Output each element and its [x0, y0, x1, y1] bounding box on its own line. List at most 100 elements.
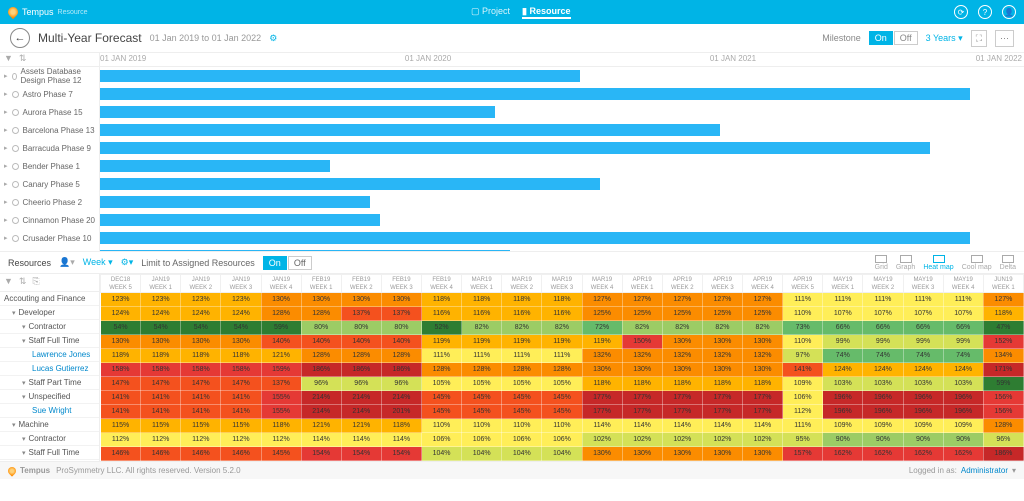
nav-resource[interactable]: ▮ Resource [522, 6, 570, 19]
heat-cell[interactable]: 127% [662, 293, 702, 307]
heat-cell[interactable]: 214% [341, 391, 381, 405]
heat-cell[interactable]: 116% [502, 307, 542, 321]
heat-cell[interactable]: 112% [101, 433, 141, 447]
heat-cell[interactable]: 119% [582, 335, 622, 349]
heat-cell[interactable]: 111% [422, 349, 462, 363]
heat-cell[interactable]: 155% [261, 405, 301, 419]
heat-cell[interactable]: 124% [823, 363, 863, 377]
gantt-row[interactable]: ▸Cheerio Phase 2 [0, 193, 99, 211]
heat-cell[interactable]: 119% [502, 335, 542, 349]
chevron-down-icon[interactable]: ▾ [22, 435, 26, 443]
heat-cell[interactable]: 196% [943, 405, 983, 419]
heat-cell[interactable]: 145% [542, 391, 582, 405]
heat-cell[interactable]: 145% [422, 391, 462, 405]
group-settings-icon[interactable]: ⚙▾ [121, 257, 134, 268]
chevron-down-icon[interactable]: ▾ [22, 449, 26, 457]
heat-cell[interactable]: 52% [422, 321, 462, 335]
heat-cell[interactable]: 110% [422, 419, 462, 433]
heat-cell[interactable]: 82% [542, 321, 582, 335]
heat-cell[interactable]: 196% [823, 405, 863, 419]
heat-cell[interactable]: 59% [261, 321, 301, 335]
heat-cell[interactable]: 90% [903, 433, 943, 447]
heat-cell[interactable]: 130% [341, 293, 381, 307]
heat-cell[interactable]: 110% [502, 419, 542, 433]
heat-cell[interactable]: 145% [502, 405, 542, 419]
heat-cell[interactable]: 111% [502, 349, 542, 363]
heat-cell[interactable]: 66% [823, 321, 863, 335]
heat-cell[interactable]: 150% [622, 335, 662, 349]
heat-cell[interactable]: 124% [903, 363, 943, 377]
gantt-row[interactable]: ▸Barracuda Phase 9 [0, 139, 99, 157]
heat-cell[interactable]: 118% [381, 419, 421, 433]
heat-cell[interactable]: 177% [743, 405, 783, 419]
heat-cell[interactable]: 121% [261, 349, 301, 363]
gear-icon[interactable]: ⚙ [269, 33, 277, 44]
heat-cell[interactable]: 96% [381, 377, 421, 391]
heat-cell[interactable]: 106% [422, 433, 462, 447]
heat-cell[interactable]: 109% [783, 377, 823, 391]
heat-cell[interactable]: 177% [622, 405, 662, 419]
heat-cell[interactable]: 103% [943, 377, 983, 391]
heat-cell[interactable]: 146% [181, 447, 221, 461]
heat-cell[interactable]: 171% [983, 363, 1023, 377]
heat-cell[interactable]: 82% [502, 321, 542, 335]
heat-cell[interactable]: 132% [622, 349, 662, 363]
heat-cell[interactable]: 114% [702, 419, 742, 433]
heat-cell[interactable]: 107% [943, 307, 983, 321]
heat-cell[interactable]: 118% [662, 377, 702, 391]
heat-cell[interactable]: 130% [662, 363, 702, 377]
heat-cell[interactable]: 186% [341, 363, 381, 377]
range-select[interactable]: 3 Years ▾ [926, 33, 963, 44]
heat-cell[interactable]: 132% [702, 349, 742, 363]
heat-cell[interactable]: 124% [181, 307, 221, 321]
heat-cell[interactable]: 82% [702, 321, 742, 335]
footer-menu-icon[interactable]: ▾ [1012, 466, 1016, 475]
heat-cell[interactable]: 141% [221, 391, 261, 405]
heat-cell[interactable]: 118% [101, 349, 141, 363]
heat-cell[interactable]: 141% [221, 405, 261, 419]
heat-cell[interactable]: 96% [983, 433, 1023, 447]
heat-cell[interactable]: 154% [341, 447, 381, 461]
back-button[interactable]: ← [10, 28, 30, 48]
heat-cell[interactable]: 140% [381, 335, 421, 349]
heat-cell[interactable]: 128% [261, 307, 301, 321]
heat-cell[interactable]: 102% [662, 433, 702, 447]
heat-cell[interactable]: 137% [261, 377, 301, 391]
heat-cell[interactable]: 196% [943, 391, 983, 405]
heat-row-label[interactable]: Sue Wright [0, 404, 99, 418]
heat-cell[interactable]: 99% [823, 335, 863, 349]
heat-cell[interactable]: 114% [301, 433, 341, 447]
heat-cell[interactable]: 114% [381, 433, 421, 447]
heat-cell[interactable]: 102% [582, 433, 622, 447]
heat-row-label[interactable]: ▾Unspecified [0, 390, 99, 404]
view-grid[interactable]: Grid [875, 255, 888, 271]
heat-cell[interactable]: 130% [662, 335, 702, 349]
heat-cell[interactable]: 82% [462, 321, 502, 335]
heat-cell[interactable]: 114% [341, 433, 381, 447]
heat-cell[interactable]: 157% [783, 447, 823, 461]
heat-cell[interactable]: 128% [341, 349, 381, 363]
heat-sort-icon[interactable]: ⇅ [19, 276, 27, 289]
heat-cell[interactable]: 214% [301, 391, 341, 405]
heat-cell[interactable]: 140% [301, 335, 341, 349]
heat-cell[interactable]: 73% [783, 321, 823, 335]
heat-row-label[interactable]: ▾Contractor [0, 320, 99, 334]
heat-cell[interactable]: 196% [903, 405, 943, 419]
heat-cell[interactable]: 118% [261, 419, 301, 433]
radio-icon[interactable] [12, 217, 19, 224]
heat-cell[interactable]: 145% [542, 405, 582, 419]
heat-cell[interactable]: 72% [582, 321, 622, 335]
heat-cell[interactable]: 128% [983, 419, 1023, 433]
heat-cell[interactable]: 107% [823, 307, 863, 321]
heat-cell[interactable]: 130% [301, 293, 341, 307]
heat-cell[interactable]: 125% [662, 307, 702, 321]
heat-cell[interactable]: 152% [983, 335, 1023, 349]
view-graph[interactable]: Graph [896, 255, 915, 271]
heat-cell[interactable]: 130% [261, 293, 301, 307]
heat-cell[interactable]: 90% [823, 433, 863, 447]
heat-cell[interactable]: 111% [542, 349, 582, 363]
radio-icon[interactable] [12, 109, 19, 116]
heat-cell[interactable]: 74% [863, 349, 903, 363]
heat-cell[interactable]: 74% [903, 349, 943, 363]
heat-cell[interactable]: 128% [462, 363, 502, 377]
